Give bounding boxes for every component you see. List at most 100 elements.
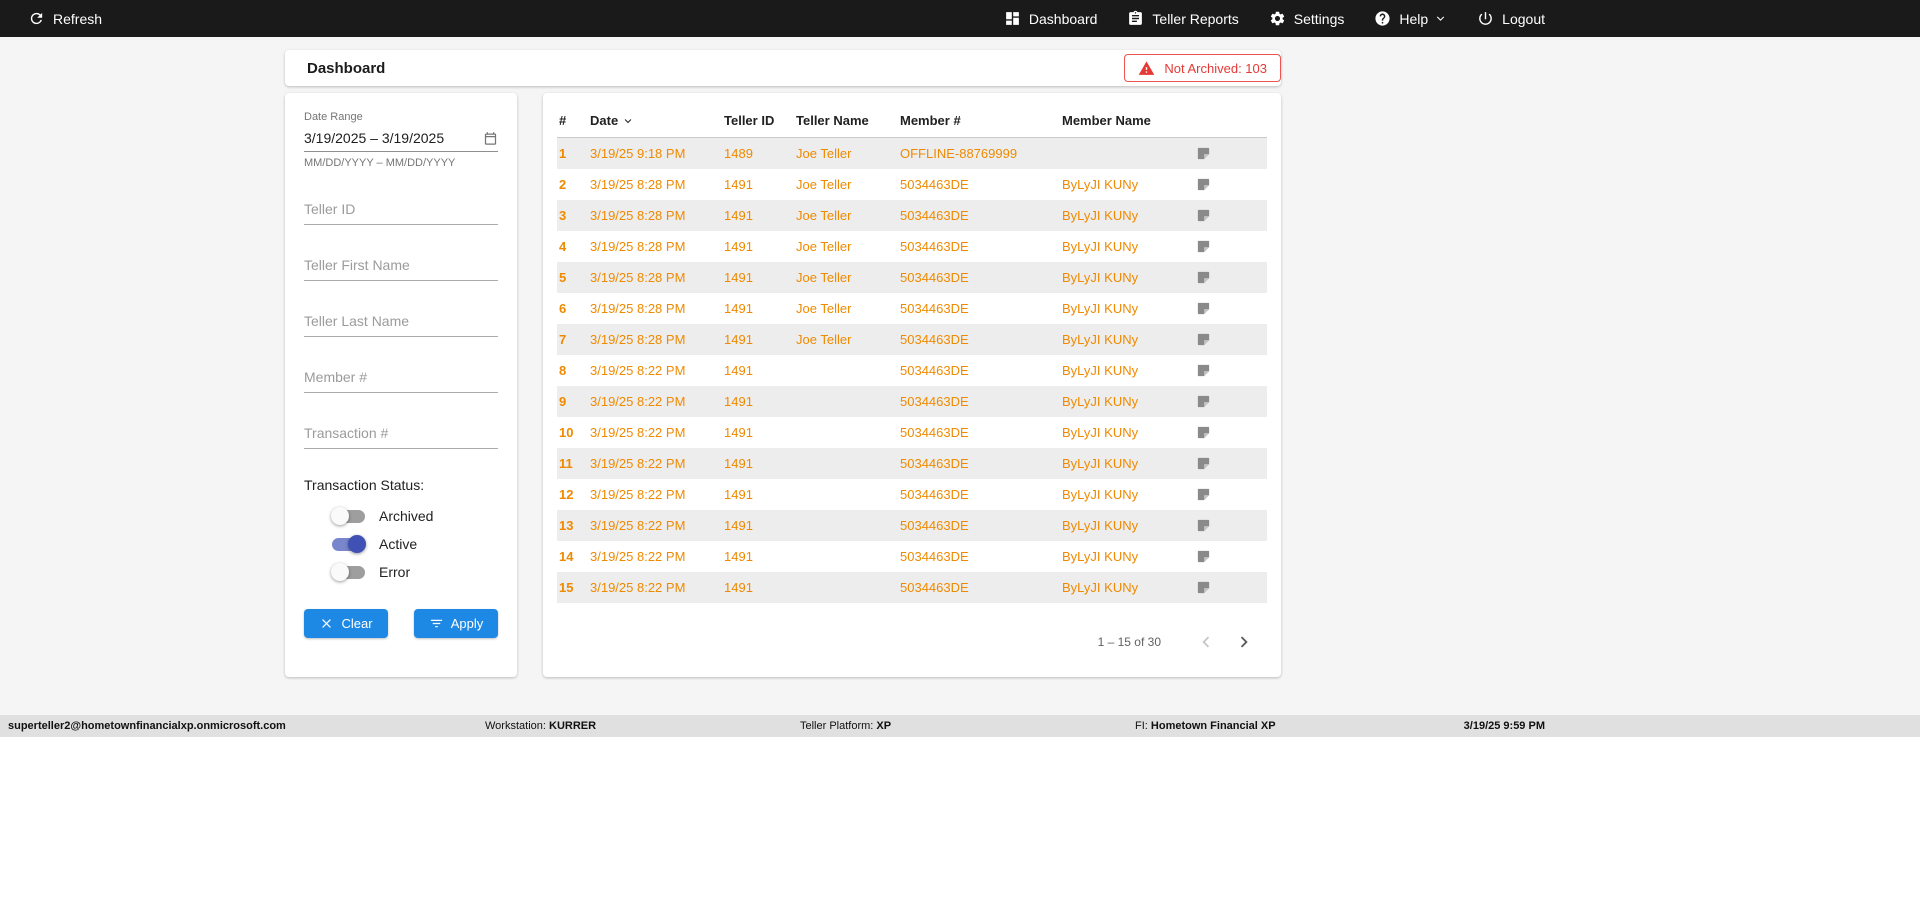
workstation-value: KURRER — [549, 720, 597, 732]
cell-member-name: ByLyJI KUNy — [1062, 238, 1139, 254]
note-icon[interactable] — [1196, 518, 1211, 533]
note-icon[interactable] — [1196, 549, 1211, 564]
table-row[interactable]: 10 3/19/25 8:22 PM 1491 5034463DE ByLyJI… — [557, 416, 1267, 448]
table-row[interactable]: 12 3/19/25 8:22 PM 1491 5034463DE ByLyJI… — [557, 478, 1267, 510]
table-row[interactable]: 5 3/19/25 8:28 PM 1491 Joe Teller 503446… — [557, 261, 1267, 293]
toggle-row-archived: Archived — [304, 507, 498, 525]
not-archived-label: Not Archived: 103 — [1164, 60, 1267, 76]
table-row[interactable]: 2 3/19/25 8:28 PM 1491 Joe Teller 503446… — [557, 168, 1267, 200]
cell-teller-name — [796, 386, 900, 417]
cell-member-name: ByLyJI KUNy — [1062, 486, 1139, 502]
nav-logout[interactable]: Logout — [1477, 10, 1545, 27]
cell-date: 3/19/25 8:22 PM — [590, 424, 686, 440]
table-row[interactable]: 8 3/19/25 8:22 PM 1491 5034463DE ByLyJI … — [557, 354, 1267, 386]
cell-teller-name — [796, 572, 900, 603]
date-range-input[interactable] — [304, 130, 483, 146]
cell-date: 3/19/25 8:22 PM — [590, 517, 686, 533]
active-toggle[interactable] — [332, 535, 366, 553]
note-icon[interactable] — [1196, 456, 1211, 471]
table-row[interactable]: 1 3/19/25 9:18 PM 1489 Joe Teller OFFLIN… — [557, 137, 1267, 169]
note-icon[interactable] — [1196, 239, 1211, 254]
note-icon[interactable] — [1196, 425, 1211, 440]
previous-page-button[interactable] — [1195, 631, 1217, 653]
nav-teller-reports[interactable]: Teller Reports — [1127, 10, 1239, 27]
fi-info: FI: Hometown Financial XP — [1135, 720, 1276, 732]
column-header-member-number[interactable]: Member # — [900, 105, 1062, 138]
note-icon[interactable] — [1196, 301, 1211, 316]
archived-toggle[interactable] — [331, 507, 365, 525]
table-row[interactable]: 6 3/19/25 8:28 PM 1491 Joe Teller 503446… — [557, 292, 1267, 324]
cell-teller-name — [796, 541, 900, 572]
teller-first-name-input[interactable] — [304, 252, 498, 281]
note-icon[interactable] — [1196, 394, 1211, 409]
cell-member-name: ByLyJI KUNy — [1062, 517, 1139, 533]
teller-platform-label: Teller Platform: — [800, 720, 874, 732]
gear-icon — [1270, 11, 1284, 26]
cell-date: 3/19/25 8:28 PM — [590, 269, 686, 285]
column-header-date[interactable]: Date — [590, 105, 724, 138]
status-bar: superteller2@hometownfinancialxp.onmicro… — [0, 715, 1920, 737]
not-archived-badge[interactable]: Not Archived: 103 — [1124, 54, 1281, 82]
teller-last-name-input[interactable] — [304, 308, 498, 337]
note-icon[interactable] — [1196, 270, 1211, 285]
warning-icon — [1139, 60, 1155, 75]
date-range-label: Date Range — [304, 111, 363, 123]
cell-number: 13 — [559, 517, 574, 533]
table-row[interactable]: 14 3/19/25 8:22 PM 1491 5034463DE ByLyJI… — [557, 540, 1267, 572]
nav-dashboard[interactable]: Dashboard — [1004, 10, 1097, 27]
cell-actions — [1196, 417, 1267, 448]
column-header-number[interactable]: # — [557, 105, 590, 138]
reports-icon — [1129, 10, 1143, 25]
note-icon[interactable] — [1196, 177, 1211, 192]
table-row[interactable]: 7 3/19/25 8:28 PM 1491 Joe Teller 503446… — [557, 323, 1267, 355]
cell-actions — [1196, 572, 1267, 603]
note-icon[interactable] — [1196, 146, 1211, 161]
teller-id-input[interactable] — [304, 196, 498, 225]
cell-date: 3/19/25 8:22 PM — [590, 393, 686, 409]
cell-teller-id: 1491 — [724, 362, 753, 378]
column-header-teller-name[interactable]: Teller Name — [796, 105, 900, 138]
fi-label: FI: — [1135, 720, 1148, 732]
table-row[interactable]: 9 3/19/25 8:22 PM 1491 5034463DE ByLyJI … — [557, 385, 1267, 417]
column-header-member-name[interactable]: Member Name — [1062, 105, 1196, 138]
cell-date: 3/19/25 8:22 PM — [590, 548, 686, 564]
table-row[interactable]: 3 3/19/25 8:28 PM 1491 Joe Teller 503446… — [557, 199, 1267, 231]
note-icon[interactable] — [1196, 208, 1211, 223]
cell-teller-name — [796, 479, 900, 510]
nav-settings[interactable]: Settings — [1269, 10, 1344, 27]
note-icon[interactable] — [1196, 580, 1211, 595]
refresh-button[interactable]: Refresh — [28, 10, 102, 27]
next-page-button[interactable] — [1233, 631, 1255, 653]
cell-actions — [1196, 262, 1267, 293]
nav-help[interactable]: Help — [1374, 10, 1447, 27]
table-header-row: # Date Teller ID Teller Name Member # Me… — [557, 105, 1267, 138]
cell-actions — [1196, 169, 1267, 200]
table-row[interactable]: 15 3/19/25 8:22 PM 1491 5034463DE ByLyJI… — [557, 571, 1267, 603]
clear-button-label: Clear — [341, 616, 373, 631]
cell-actions — [1196, 386, 1267, 417]
member-number-input[interactable] — [304, 364, 498, 393]
table-row[interactable]: 4 3/19/25 8:28 PM 1491 Joe Teller 503446… — [557, 230, 1267, 262]
table-row[interactable]: 13 3/19/25 8:22 PM 1491 5034463DE ByLyJI… — [557, 509, 1267, 541]
cell-member-name: ByLyJI KUNy — [1062, 176, 1139, 192]
apply-button[interactable]: Apply — [414, 609, 498, 638]
error-toggle[interactable] — [331, 563, 365, 581]
note-icon[interactable] — [1196, 363, 1211, 378]
note-icon[interactable] — [1196, 332, 1211, 347]
transaction-status-label: Transaction Status: — [304, 477, 425, 493]
cell-number: 12 — [559, 486, 574, 502]
date-range-field[interactable] — [304, 125, 498, 152]
cell-member-number: 5034463DE — [900, 331, 969, 347]
teller-platform-info: Teller Platform: XP — [800, 720, 891, 732]
note-icon[interactable] — [1196, 487, 1211, 502]
column-header-teller-id[interactable]: Teller ID — [724, 105, 796, 138]
cell-number: 6 — [559, 300, 567, 316]
cell-teller-id: 1491 — [724, 331, 753, 347]
transaction-number-input[interactable] — [304, 420, 498, 449]
table-row[interactable]: 11 3/19/25 8:22 PM 1491 5034463DE ByLyJI… — [557, 447, 1267, 479]
calendar-icon[interactable] — [483, 131, 498, 146]
active-toggle-label: Active — [379, 536, 418, 552]
refresh-label: Refresh — [53, 10, 103, 27]
cell-member-number: 5034463DE — [900, 548, 969, 564]
clear-button[interactable]: Clear — [304, 609, 388, 638]
